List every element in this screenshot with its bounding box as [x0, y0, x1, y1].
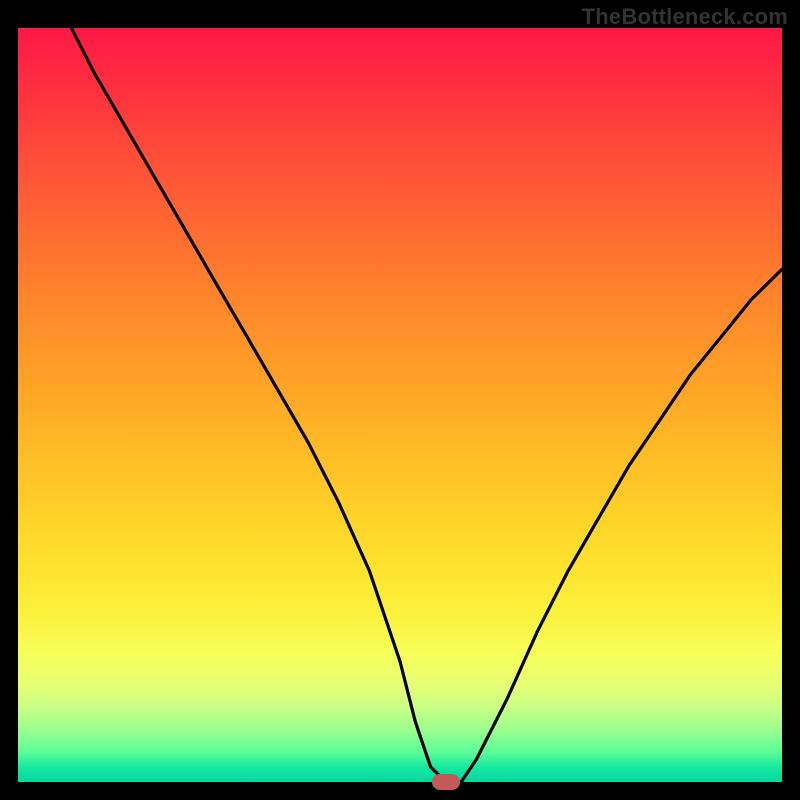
- bottleneck-chart: [18, 28, 782, 782]
- chart-frame: TheBottleneck.com: [0, 0, 800, 800]
- optimal-point-marker: [432, 774, 460, 790]
- chart-svg: [18, 28, 782, 782]
- watermark-text: TheBottleneck.com: [582, 4, 788, 30]
- curve-path: [72, 28, 783, 782]
